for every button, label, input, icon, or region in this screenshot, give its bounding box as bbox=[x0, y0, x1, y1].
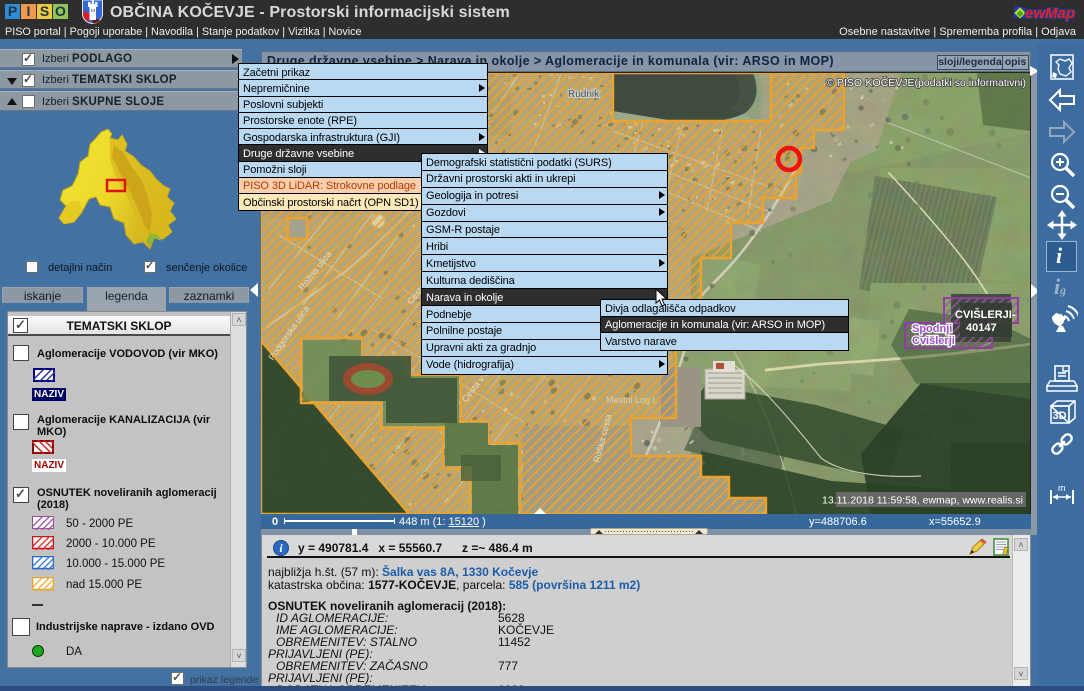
svg-text:Cvišlerji: Cvišlerji bbox=[912, 335, 955, 347]
svg-text:Spodnji: Spodnji bbox=[912, 323, 952, 335]
svg-text:© PISO-KOČEVJE(podatki so info: © PISO-KOČEVJE(podatki so informativni) bbox=[826, 76, 1026, 89]
svg-text:m: m bbox=[1058, 483, 1066, 493]
svg-text:3D: 3D bbox=[1053, 410, 1067, 422]
svg-text:Mestni Log I.: Mestni Log I. bbox=[606, 395, 658, 405]
svg-text:Rudnik: Rudnik bbox=[568, 89, 600, 100]
svg-text:13.11.2018 11:59:58, ewmap, ww: 13.11.2018 11:59:58, ewmap, www.realis.s… bbox=[822, 495, 1023, 507]
svg-text:40147: 40147 bbox=[966, 322, 997, 334]
svg-text:CVIŠLERJI-: CVIŠLERJI- bbox=[955, 308, 1016, 321]
